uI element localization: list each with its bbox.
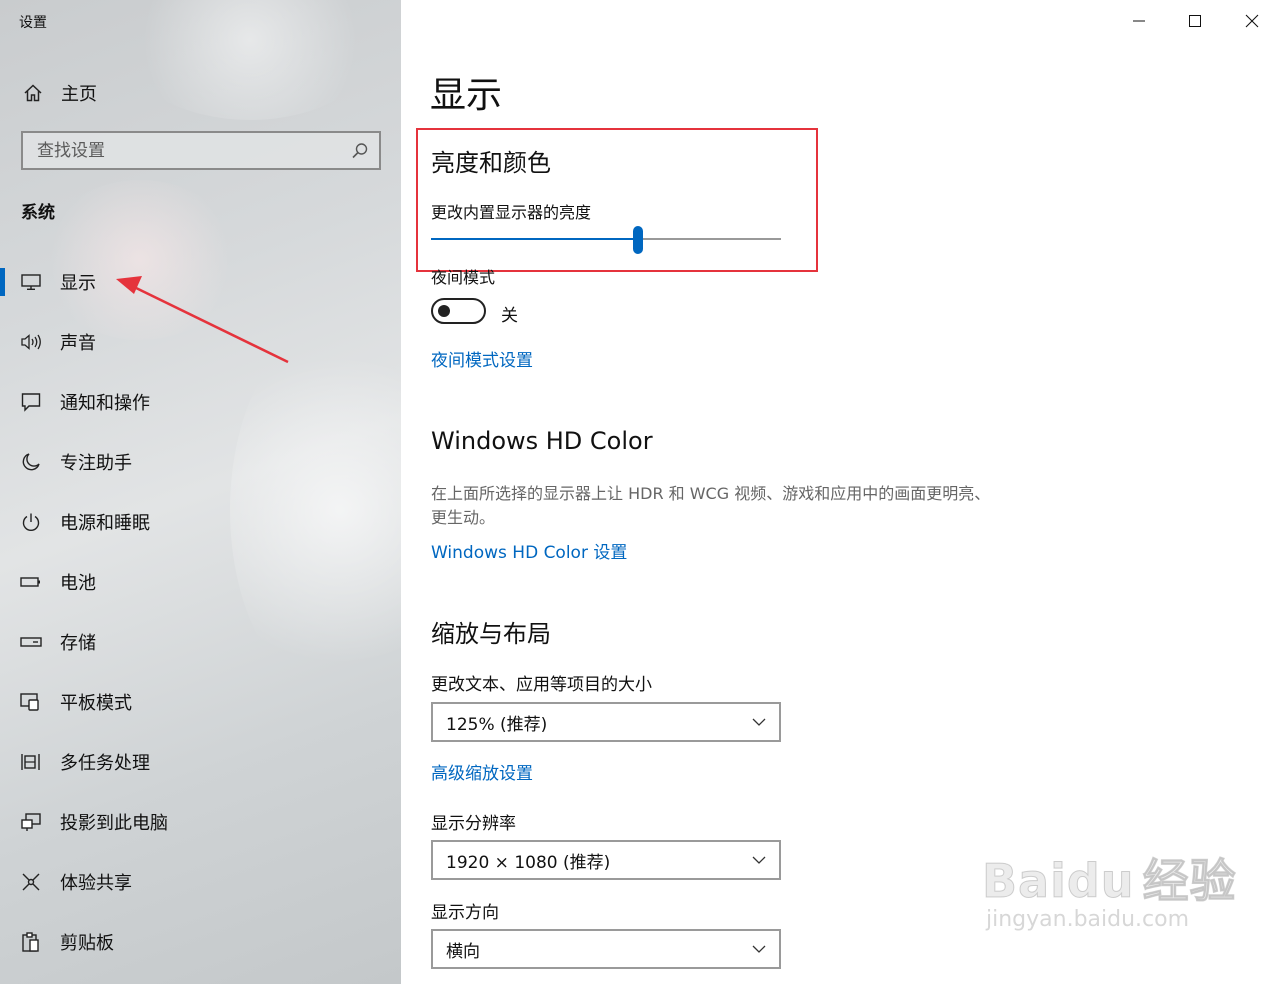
monitor-icon — [20, 271, 42, 293]
tablet-icon — [20, 691, 42, 713]
watermark-brand2: du — [1066, 854, 1135, 909]
hd-color-settings-link[interactable]: Windows HD Color 设置 — [431, 538, 627, 563]
resolution-select[interactable]: 1920 × 1080 (推荐) — [431, 840, 781, 880]
hd-color-heading: Windows HD Color — [431, 427, 653, 455]
search-input[interactable] — [37, 140, 337, 161]
scale-select[interactable]: 125% (推荐) — [431, 702, 781, 742]
baidu-watermark: Baidu 经验 jingyan.baidu.com — [982, 845, 1237, 933]
notification-icon — [20, 391, 42, 413]
sidebar: 设置 主页 系统 显示 声音 通知和操作 — [0, 0, 401, 984]
sidebar-item-label: 电源和睡眠 — [60, 513, 150, 534]
sidebar-item-label: 剪贴板 — [60, 933, 114, 954]
close-icon — [1245, 14, 1259, 28]
multitask-icon — [20, 751, 42, 773]
scale-value: 125% (推荐) — [446, 714, 548, 735]
search-icon[interactable] — [351, 142, 369, 164]
resolution-label: 显示分辨率 — [431, 814, 516, 834]
sidebar-item-label: 多任务处理 — [60, 753, 150, 774]
sidebar-item-label: 电池 — [60, 573, 96, 594]
resolution-value: 1920 × 1080 (推荐) — [446, 852, 611, 873]
scale-layout-heading: 缩放与布局 — [431, 620, 551, 648]
power-icon — [20, 511, 42, 533]
chevron-down-icon — [752, 718, 766, 726]
share-icon — [20, 871, 42, 893]
section-title: 系统 — [21, 203, 55, 223]
speaker-icon — [20, 331, 42, 353]
sidebar-item-power-sleep[interactable]: 电源和睡眠 — [0, 492, 401, 552]
sidebar-item-label: 存储 — [60, 633, 96, 654]
night-mode-settings-link[interactable]: 夜间模式设置 — [431, 346, 533, 371]
project-icon — [20, 811, 42, 833]
sidebar-item-battery[interactable]: 电池 — [0, 552, 401, 612]
sidebar-item-storage[interactable]: 存储 — [0, 612, 401, 672]
moon-icon — [20, 451, 42, 473]
close-button[interactable] — [1237, 6, 1267, 36]
advanced-scaling-link[interactable]: 高级缩放设置 — [431, 759, 533, 784]
sidebar-item-label: 专注助手 — [60, 453, 132, 474]
sidebar-item-label: 平板模式 — [60, 693, 132, 714]
home-icon — [20, 82, 46, 104]
page-title: 显示 — [430, 75, 503, 116]
brightness-label: 更改内置显示器的亮度 — [431, 203, 592, 222]
slider-thumb[interactable] — [633, 226, 643, 254]
watermark-brand: Bai — [982, 854, 1067, 909]
annotation-arrow — [116, 276, 289, 364]
night-mode-toggle[interactable] — [431, 298, 486, 324]
storage-icon — [20, 631, 42, 653]
sidebar-item-label: 显示 — [60, 273, 96, 294]
home-nav-item[interactable]: 主页 — [20, 80, 97, 106]
sidebar-item-label: 声音 — [60, 333, 96, 354]
toggle-knob — [438, 305, 450, 317]
brightness-slider[interactable] — [431, 224, 781, 256]
brightness-heading: 亮度和颜色 — [431, 149, 551, 177]
minimize-icon — [1133, 20, 1145, 22]
orientation-value: 横向 — [446, 941, 480, 962]
scale-label: 更改文本、应用等项目的大小 — [431, 675, 652, 695]
orientation-select[interactable]: 横向 — [431, 929, 781, 969]
home-label: 主页 — [61, 84, 97, 105]
sidebar-item-label: 体验共享 — [60, 873, 132, 894]
sidebar-item-label: 通知和操作 — [60, 393, 150, 414]
sidebar-item-label: 投影到此电脑 — [60, 813, 168, 834]
night-mode-state: 关 — [501, 306, 518, 326]
sidebar-item-multitasking[interactable]: 多任务处理 — [0, 732, 401, 792]
minimize-button[interactable] — [1124, 6, 1154, 36]
watermark-cn: 经验 — [1142, 854, 1237, 909]
sidebar-item-clipboard[interactable]: 剪贴板 — [0, 912, 401, 972]
sidebar-item-tablet-mode[interactable]: 平板模式 — [0, 672, 401, 732]
night-mode-label: 夜间模式 — [431, 268, 496, 287]
clipboard-icon — [20, 931, 42, 953]
chevron-down-icon — [752, 945, 766, 953]
battery-icon — [20, 571, 42, 593]
maximize-icon — [1189, 15, 1201, 27]
maximize-button[interactable] — [1180, 6, 1210, 36]
window-title: 设置 — [19, 15, 47, 31]
sidebar-item-project[interactable]: 投影到此电脑 — [0, 792, 401, 852]
slider-fill — [431, 238, 638, 240]
hd-color-description: 在上面所选择的显示器上让 HDR 和 WCG 视频、游戏和应用中的画面更明亮、更… — [431, 484, 991, 527]
sidebar-item-notifications[interactable]: 通知和操作 — [0, 372, 401, 432]
sidebar-item-shared-experiences[interactable]: 体验共享 — [0, 852, 401, 912]
sidebar-item-focus-assist[interactable]: 专注助手 — [0, 432, 401, 492]
chevron-down-icon — [752, 856, 766, 864]
orientation-label: 显示方向 — [431, 903, 499, 923]
search-box[interactable] — [21, 131, 381, 170]
